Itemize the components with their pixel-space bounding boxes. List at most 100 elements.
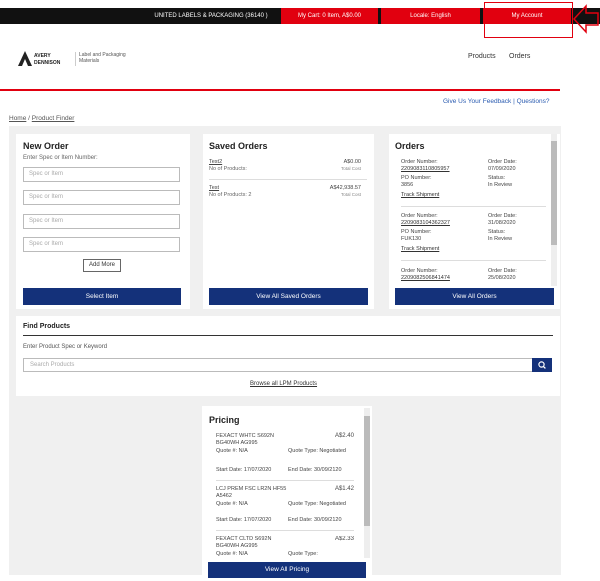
order-number[interactable]: 2209082506841474 xyxy=(401,275,481,282)
search-products-input[interactable]: Search Products xyxy=(23,358,533,372)
breadcrumb: Home / Product Finder xyxy=(9,115,75,122)
view-all-saved-orders-button[interactable]: View All Saved Orders xyxy=(209,288,368,305)
product-name[interactable]: LCJ PREM FSC LR2N HF55 A5462 xyxy=(216,486,296,499)
browse-all-products-link[interactable]: Browse all LPM Products xyxy=(250,381,317,387)
order-item: Order Number: 2209083110805957 PO Number… xyxy=(401,159,546,209)
divider xyxy=(23,335,553,336)
po-number-label: PO Number: xyxy=(401,229,432,235)
orders-card: Orders Order Number: 2209083110805957 PO… xyxy=(389,134,560,309)
quote-type: Quote Type: Negotiated xyxy=(288,448,346,454)
divider xyxy=(209,179,367,180)
product-name[interactable]: FEXACT WHTC S692N BG40WH AG995 xyxy=(216,433,296,446)
product-price: A$2.40 xyxy=(334,433,354,439)
search-icon xyxy=(538,361,546,369)
saved-order-amount: A$42,938.57 xyxy=(329,185,361,191)
avery-dennison-logo[interactable]: AVERY DENNISON xyxy=(17,49,69,67)
highlight-box xyxy=(484,2,573,38)
track-shipment-link[interactable]: Track Shipment xyxy=(401,192,481,199)
arrow-left-icon xyxy=(573,4,599,34)
order-date-label: Order Date: xyxy=(488,159,517,165)
status-label: Status: xyxy=(488,229,506,235)
feedback-link[interactable]: Give Us Your Feedback | Questions? xyxy=(443,98,549,105)
order-item: Order Number: 2209083104362327 PO Number… xyxy=(401,213,546,263)
order-number[interactable]: 2209083110805957 xyxy=(401,166,481,173)
order-status: In Review xyxy=(488,182,513,188)
select-item-button[interactable]: Select Item xyxy=(23,288,181,305)
track-shipment-link[interactable]: Track Shipment xyxy=(401,246,481,253)
new-order-title: New Order xyxy=(23,141,69,151)
saved-order-name[interactable]: Test2 xyxy=(209,159,222,165)
end-date: End Date: 30/09/2120 xyxy=(288,517,342,523)
saved-orders-card: Saved Orders Test2 No of Products: A$0.0… xyxy=(203,134,374,309)
order-item: Order Number: 2209082506841474 Order Dat… xyxy=(401,268,546,284)
order-status: In Review xyxy=(488,236,513,242)
find-products-hint: Enter Product Spec or Keyword xyxy=(23,344,108,350)
my-cart-link[interactable]: My Cart: 0 Item, A$0.00 xyxy=(281,8,378,24)
order-date-label: Order Date: xyxy=(488,268,517,274)
spec-input-2[interactable]: Spec or Item xyxy=(23,190,180,205)
order-number-label: Order Number: xyxy=(401,159,438,165)
po-number: 3856 xyxy=(401,182,414,188)
scrollbar-thumb[interactable] xyxy=(551,141,557,245)
start-date: Start Date: 17/07/2020 xyxy=(216,467,272,473)
product-name[interactable]: FEXACT CLTD S692N BG40WH AG995 xyxy=(216,536,296,549)
spec-input-1[interactable]: Spec or Item xyxy=(23,167,180,182)
svg-text:DENNISON: DENNISON xyxy=(34,60,61,66)
order-number-label: Order Number: xyxy=(401,268,438,274)
saved-order-count: No of Products: xyxy=(209,166,247,172)
svg-text:AVERY: AVERY xyxy=(34,53,51,59)
saved-order-name[interactable]: Test xyxy=(209,185,219,191)
order-date-label: Order Date: xyxy=(488,213,517,219)
po-number-label: PO Number: xyxy=(401,175,432,181)
product-price: A$1.42 xyxy=(334,486,354,492)
saved-order-amount-label: Total Cost xyxy=(340,166,361,171)
logo-subtitle: Label and Packaging Materials xyxy=(79,52,126,64)
find-products-title: Find Products xyxy=(23,323,71,330)
pricing-item: FEXACT CLTD S692N BG40WH AG995 A$2.33 Qu… xyxy=(216,536,354,558)
header-divider xyxy=(0,89,560,91)
order-number[interactable]: 2209083104362327 xyxy=(401,220,481,227)
end-date: End Date: 30/09/2120 xyxy=(288,467,342,473)
pricing-card: Pricing FEXACT WHTC S692N BG40WH AG995 A… xyxy=(202,406,372,575)
order-date: 07/09/2020 xyxy=(488,166,516,172)
divider xyxy=(216,530,354,531)
breadcrumb-product-finder[interactable]: Product Finder xyxy=(32,115,75,122)
pricing-item: LCJ PREM FSC LR2N HF55 A5462 A$1.42 Quot… xyxy=(216,486,354,530)
find-products-section: Find Products Enter Product Spec or Keyw… xyxy=(16,316,560,396)
new-order-hint: Enter Spec or Item Number: xyxy=(23,155,98,161)
order-date: 25/08/2020 xyxy=(488,275,516,281)
status-label: Status: xyxy=(488,175,506,181)
divider xyxy=(216,480,354,481)
search-button[interactable] xyxy=(532,358,552,372)
orders-scrollbar[interactable] xyxy=(551,134,557,286)
company-name: UNITED LABELS & PACKAGING (36140 ) xyxy=(154,13,268,19)
breadcrumb-home[interactable]: Home xyxy=(9,115,26,122)
locale-selector[interactable]: Locale: English xyxy=(381,8,480,24)
saved-order-count: No of Products: 2 xyxy=(209,192,252,198)
view-all-orders-button[interactable]: View All Orders xyxy=(395,288,554,305)
nav-orders[interactable]: Orders xyxy=(509,53,530,60)
pricing-scrollbar[interactable] xyxy=(364,408,370,558)
divider xyxy=(401,206,546,207)
spec-input-3[interactable]: Spec or Item xyxy=(23,214,180,229)
add-more-button[interactable]: Add More xyxy=(83,259,121,272)
spec-input-4[interactable]: Spec or Item xyxy=(23,237,180,252)
scrollbar-thumb[interactable] xyxy=(364,416,370,526)
start-date: Start Date: 17/07/2020 xyxy=(216,517,272,523)
quote-type: Quote Type: Negotiated xyxy=(288,501,346,507)
order-number-label: Order Number: xyxy=(401,213,438,219)
logo-divider xyxy=(75,52,76,66)
new-order-card: New Order Enter Spec or Item Number: Spe… xyxy=(16,134,190,309)
product-price: A$2.33 xyxy=(334,536,354,542)
pricing-item: FEXACT WHTC S692N BG40WH AG995 A$2.40 Qu… xyxy=(216,433,354,477)
view-all-pricing-button[interactable]: View All Pricing xyxy=(208,562,366,578)
quote-number: Quote #: N/A xyxy=(216,448,248,454)
nav-products[interactable]: Products xyxy=(468,53,496,60)
quote-number: Quote #: N/A xyxy=(216,501,248,507)
saved-order-amount: A$0.00 xyxy=(343,159,361,165)
divider xyxy=(401,260,546,261)
saved-orders-title: Saved Orders xyxy=(209,141,268,151)
saved-order-amount-label: Total Cost xyxy=(340,192,361,197)
orders-title: Orders xyxy=(395,141,425,151)
pricing-title: Pricing xyxy=(209,415,240,425)
